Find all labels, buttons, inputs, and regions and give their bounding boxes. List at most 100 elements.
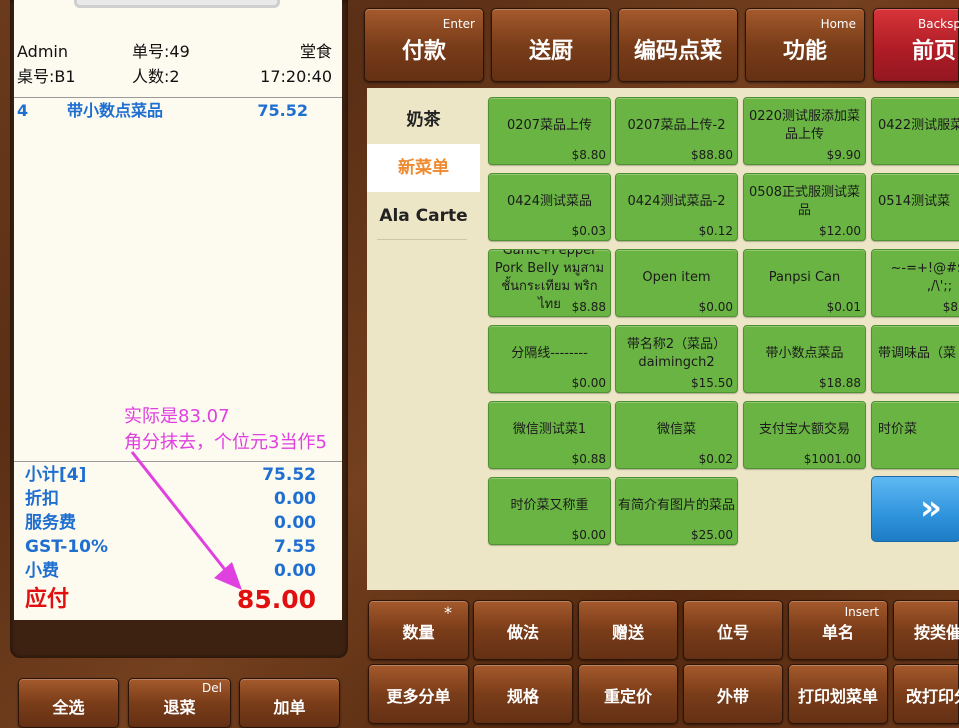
button-label: 单名 — [821, 623, 854, 642]
double-chevron-right-icon: » — [920, 488, 942, 528]
code-order-button[interactable]: 编码点菜 — [618, 8, 738, 82]
dish-name: Garlic+Pepper Pork Belly หมูสามชั้นกระเท… — [494, 249, 605, 312]
button-label: 功能 — [782, 39, 827, 64]
select-all-button[interactable]: 全选 — [18, 678, 119, 728]
button-label: 规格 — [506, 687, 539, 706]
dish-button[interactable]: 时价菜 — [871, 401, 959, 469]
dish-button[interactable]: 时价菜又称重 $0.00 — [488, 477, 611, 545]
dish-price: $0.00 — [571, 376, 606, 390]
dish-button[interactable]: ~-=+!@#$%^ ,/\';; $8 — [871, 249, 959, 317]
order-time: 17:20:40 — [260, 67, 332, 86]
summary-label: 小费 — [25, 561, 59, 581]
reprice-button[interactable]: 重定价 — [578, 664, 678, 724]
pay-button[interactable]: Enter 付款 — [364, 8, 484, 82]
dish-button[interactable]: 0207菜品上传-2 $88.80 — [615, 97, 738, 165]
order-name-button[interactable]: Insert 单名 — [788, 600, 888, 660]
dish-name: 支付宝大额交易 — [758, 422, 850, 437]
more-split-button[interactable]: 更多分单 — [368, 664, 469, 724]
dish-name: 0207菜品上传-2 — [627, 118, 726, 133]
button-label: 编码点菜 — [633, 39, 722, 64]
next-page-button[interactable]: » — [871, 476, 959, 542]
previous-page-button[interactable]: Backsp 前页 — [873, 8, 959, 82]
dish-button[interactable]: 支付宝大额交易 $1001.00 — [743, 401, 866, 469]
dish-price: $0.02 — [698, 452, 733, 466]
dish-button[interactable]: 0424测试菜品 $0.03 — [488, 173, 611, 241]
dish-button[interactable]: 0514测试菜 — [871, 173, 959, 241]
dine-type: 堂食 — [299, 42, 332, 61]
summary-divider — [14, 461, 342, 462]
button-label: 重定价 — [603, 687, 652, 706]
dish-button[interactable]: 有简介有图片的菜品 $25.00 — [615, 477, 738, 545]
button-label: 加单 — [273, 698, 306, 717]
category-ala-carte[interactable]: Ala Carte — [367, 192, 480, 240]
takeaway-button[interactable]: 外带 — [683, 664, 783, 724]
dish-button[interactable]: 0220测试服添加菜品上传 $9.90 — [743, 97, 866, 165]
print-checklist-button[interactable]: 打印划菜单 — [788, 664, 888, 724]
rush-by-category-button[interactable]: 按类催 — [893, 600, 959, 660]
cooking-method-button[interactable]: 做法 — [473, 600, 573, 660]
dish-button[interactable]: Panpsi Can $0.01 — [743, 249, 866, 317]
button-label: 打印划菜单 — [797, 687, 878, 706]
button-label: 位号 — [716, 623, 749, 642]
dish-button[interactable]: Open item $0.00 — [615, 249, 738, 317]
dish-price: $15.50 — [691, 376, 733, 390]
button-label: 更多分单 — [386, 687, 451, 706]
seat-number-button[interactable]: 位号 — [683, 600, 783, 660]
summary-discount: 折扣 0.00 — [14, 487, 342, 511]
button-label: 付款 — [401, 39, 446, 64]
shortcut-hint: Del — [202, 681, 222, 695]
receipt-header-row-2: 桌号:B1 人数:2 17:20:40 — [14, 65, 342, 89]
header-divider — [14, 97, 342, 98]
shortcut-hint: Backsp — [918, 17, 959, 31]
dish-price: $0.00 — [698, 300, 733, 314]
dish-name: 有简介有图片的菜品 — [618, 498, 736, 513]
category-new-menu[interactable]: 新菜单 — [367, 144, 480, 192]
send-kitchen-button[interactable]: 送厨 — [491, 8, 611, 82]
spec-button[interactable]: 规格 — [473, 664, 573, 724]
dish-price: $0.03 — [571, 224, 606, 238]
dish-button[interactable]: 带小数点菜品 $18.88 — [743, 325, 866, 393]
summary-label: 小计[4] — [25, 465, 87, 485]
dish-price: $8 — [942, 300, 958, 314]
gift-button[interactable]: 赠送 — [578, 600, 678, 660]
receipt-header-row-1: Admin 单号:49 堂食 — [14, 40, 342, 64]
dish-price: $0.12 — [698, 224, 733, 238]
return-dish-button[interactable]: 退菜 Del — [128, 678, 231, 728]
dish-button[interactable]: 带调味品（菜 — [871, 325, 959, 393]
order-line-item[interactable]: 4 带小数点菜品 75.52 — [14, 99, 342, 123]
dish-button[interactable]: 0424测试菜品-2 $0.12 — [615, 173, 738, 241]
function-button[interactable]: Home 功能 — [745, 8, 865, 82]
button-label: 外带 — [716, 687, 749, 706]
dish-price: $8.80 — [571, 148, 606, 162]
summary-label: 折扣 — [25, 489, 59, 509]
dish-price: $0.01 — [826, 300, 861, 314]
order-item-qty: 4 — [17, 101, 29, 120]
category-list: 奶茶 新菜单 Ala Carte — [367, 88, 480, 590]
order-item-amount: 75.52 — [257, 101, 308, 120]
dish-button[interactable]: 0508正式服测试菜品 $12.00 — [743, 173, 866, 241]
dish-button[interactable]: 微信测试菜1 $0.88 — [488, 401, 611, 469]
dish-price: $0.88 — [571, 452, 606, 466]
dish-price: $9.90 — [826, 148, 861, 162]
dish-name: 带小数点菜品 — [765, 346, 844, 361]
dish-button[interactable]: 分隔线-------- $0.00 — [488, 325, 611, 393]
dish-button[interactable]: 带名称2（菜品）daimingch2 $15.50 — [615, 325, 738, 393]
button-label: 前页 — [911, 39, 956, 64]
dish-button[interactable]: 微信菜 $0.02 — [615, 401, 738, 469]
change-print-button[interactable]: 改打印分 — [893, 664, 959, 724]
summary-subtotal: 小计[4] 75.52 — [14, 463, 342, 487]
dish-button[interactable]: 0207菜品上传 $8.80 — [488, 97, 611, 165]
add-order-button[interactable]: 加单 — [239, 678, 340, 728]
summary-tip: 小费 0.00 — [14, 559, 342, 583]
dish-name: 0424测试菜品-2 — [627, 194, 726, 209]
dish-button[interactable]: 0422测试服菜 — [871, 97, 959, 165]
dish-name: 微信菜 — [656, 422, 696, 437]
button-label: 全选 — [52, 698, 85, 717]
summary-label: GST-10% — [25, 537, 109, 557]
button-label: 按类催 — [913, 623, 959, 642]
category-milk-tea[interactable]: 奶茶 — [367, 96, 480, 144]
button-label: 送厨 — [528, 39, 573, 64]
category-divider — [377, 239, 467, 240]
quantity-button[interactable]: * 数量 — [368, 600, 469, 660]
dish-button[interactable]: Garlic+Pepper Pork Belly หมูสามชั้นกระเท… — [488, 249, 611, 317]
